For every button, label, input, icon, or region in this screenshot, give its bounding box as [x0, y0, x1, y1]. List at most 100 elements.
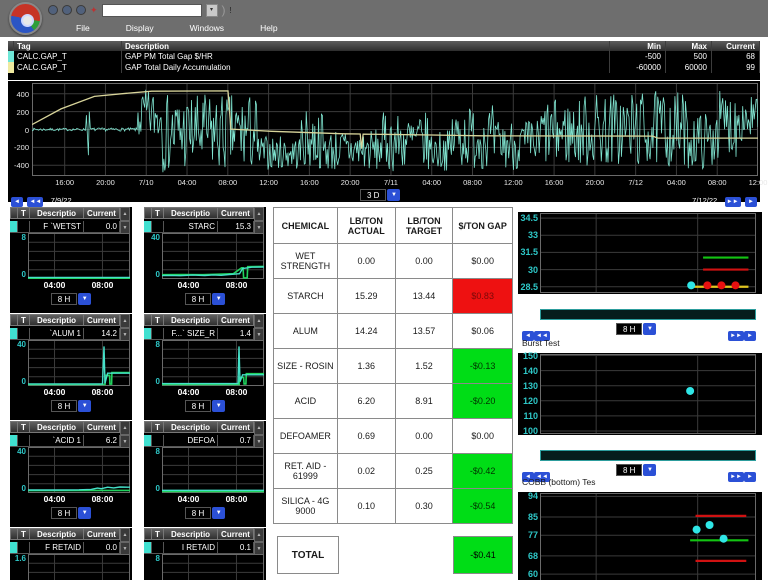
pen-color-swatch: [144, 542, 152, 554]
scroll-up-icon[interactable]: ▲: [254, 528, 264, 542]
time-range-select[interactable]: 8 H: [50, 400, 78, 412]
step-forward-button[interactable]: ►: [744, 331, 756, 341]
step-forward-button[interactable]: ►: [745, 197, 757, 207]
page-back-button[interactable]: ◄◄: [27, 197, 44, 207]
mini-x-axis: 04:00 08:00: [10, 280, 132, 291]
scroll-up-icon[interactable]: ▲: [120, 314, 130, 328]
time-range-dropdown-icon[interactable]: ▼: [643, 323, 657, 335]
x-axis-label: 08:00: [463, 178, 482, 187]
time-range-dropdown-icon[interactable]: ▼: [212, 293, 226, 305]
time-range-dropdown-icon[interactable]: ▼: [78, 293, 92, 305]
mini-trend-plot[interactable]: [28, 447, 130, 493]
time-range-dropdown-icon[interactable]: ▼: [387, 189, 401, 201]
time-range-select[interactable]: 8 H: [184, 507, 212, 519]
quality-trend-plot[interactable]: [540, 493, 756, 580]
mini-trend-plot[interactable]: [28, 233, 130, 279]
page-forward-button[interactable]: ►►: [728, 472, 744, 482]
back-button-icon[interactable]: [48, 5, 58, 15]
nav-right-group: ►► ►: [728, 324, 756, 342]
time-scrollbar[interactable]: [540, 309, 756, 320]
mini-trend-plot[interactable]: [28, 554, 130, 580]
x-axis-label: 04:00: [177, 387, 200, 397]
mini-trend-chart: 40 0: [10, 340, 132, 386]
step-forward-button[interactable]: ►: [744, 472, 756, 482]
x-axis-label: 04:00: [177, 280, 200, 290]
time-range-select[interactable]: 8 H: [50, 507, 78, 519]
quality-trend-plot[interactable]: [540, 354, 756, 434]
page-forward-button[interactable]: ►►: [728, 331, 744, 341]
col-t: T: [152, 528, 164, 540]
scroll-up-icon[interactable]: ▲: [254, 207, 264, 221]
menu-help[interactable]: Help: [256, 22, 281, 34]
col-tag: Tag: [14, 41, 122, 51]
tag-row[interactable]: CALC.GAP_T GAP PM Total Gap $/HR -500 50…: [8, 51, 760, 62]
mini-trend-plot[interactable]: [28, 340, 130, 386]
y-axis-label: 31.5: [520, 247, 538, 258]
lbton-actual: 1.36: [336, 348, 396, 384]
mini-trend-plot[interactable]: [162, 447, 264, 493]
mini-trend-chart: 1.60: [10, 554, 132, 580]
mini-range-row: 8 H ▼: [10, 293, 132, 305]
y-axis-label: 68: [527, 550, 538, 561]
address-input[interactable]: [101, 3, 202, 17]
mini-trend-chart: 40 0: [144, 233, 266, 279]
tag-row[interactable]: CALC.GAP_T GAP Total Daily Accumulation …: [8, 62, 760, 73]
tag-table-header: Tag Description Min Max Current: [8, 41, 760, 51]
time-range-select[interactable]: 8 H: [50, 293, 78, 305]
scroll-up-icon[interactable]: ▲: [120, 421, 130, 435]
time-range-select[interactable]: 8 H: [184, 293, 212, 305]
menu-file[interactable]: File: [72, 22, 94, 34]
scroll-up-icon[interactable]: ▲: [120, 207, 130, 221]
toolbar-separator: ): [221, 3, 226, 17]
trend-panel: TDescriptioCurrent▲I RETAID0.1▼8004:0008…: [144, 528, 266, 580]
step-back-button[interactable]: ◄: [11, 197, 23, 207]
menu-display[interactable]: Display: [122, 22, 158, 34]
tag-min: -500: [610, 51, 666, 62]
tag-current-value: 0.7: [218, 435, 254, 447]
main-trend-plot[interactable]: [32, 83, 758, 176]
favorite-icon[interactable]: ✦: [90, 5, 98, 15]
refresh-button-icon[interactable]: [76, 5, 86, 15]
page-forward-button[interactable]: ►►: [724, 197, 741, 207]
quality-trend-plot[interactable]: [540, 213, 756, 293]
mini-trend-plot[interactable]: [162, 233, 264, 279]
time-range-dropdown-icon[interactable]: ▼: [212, 507, 226, 519]
chemical-name: DEFOAMER: [273, 418, 338, 454]
tag-description: GAP Total Daily Accumulation: [122, 62, 610, 73]
time-range-select[interactable]: 8 H: [616, 464, 643, 476]
pen-color-swatch: [10, 328, 18, 340]
time-range-dropdown-icon[interactable]: ▼: [212, 400, 226, 412]
main-chart-navbar: ◄ ◄◄ 7/9/22 3 D ▼ 7/12/22 ►► ►: [8, 189, 760, 207]
time-range-dropdown-icon[interactable]: ▼: [78, 400, 92, 412]
total-gap-value: -$0.41: [453, 536, 513, 574]
time-range-dropdown-icon[interactable]: ▼: [643, 464, 657, 476]
time-scrollbar[interactable]: [540, 450, 756, 461]
tag-name: CALC.GAP_T: [14, 62, 122, 73]
forward-button-icon[interactable]: [62, 5, 72, 15]
tag-current-value: 6.2: [84, 435, 120, 447]
time-range-dropdown-icon[interactable]: ▼: [78, 507, 92, 519]
app-logo-icon[interactable]: [9, 2, 42, 35]
y-axis-label: 28.5: [520, 281, 538, 292]
time-range-select[interactable]: 8 H: [184, 400, 212, 412]
pen-color-swatch: [10, 542, 18, 554]
y-min-label: 0: [155, 270, 160, 279]
pen-color-swatch: [144, 221, 152, 233]
mini-trend-plot[interactable]: [162, 340, 264, 386]
time-range-select[interactable]: 3 D: [360, 189, 387, 201]
menu-windows[interactable]: Windows: [186, 22, 228, 34]
mini-x-axis: 04:00 08:00: [144, 280, 266, 291]
scroll-up-icon[interactable]: ▲: [254, 314, 264, 328]
quality-panels: 34.5 33 31.5 30 28.5 04:00 08:00 ◄ ◄◄ 8 H ▼ ►► ► Burs…: [518, 207, 762, 580]
scroll-up-icon[interactable]: ▲: [254, 421, 264, 435]
chemical-name: RET. AID - 61999: [273, 453, 338, 489]
time-range-select[interactable]: 8 H: [616, 323, 643, 335]
y-axis-label: -400: [13, 161, 29, 171]
x-axis-label: 7/11: [383, 178, 398, 187]
lbton-target: 0.25: [394, 453, 454, 489]
address-dropdown-icon[interactable]: ▾: [205, 3, 218, 17]
mini-trend-plot[interactable]: [162, 554, 264, 580]
col-current: Current: [218, 207, 254, 219]
toolbar-pin-icon[interactable]: !: [230, 6, 232, 15]
scroll-up-icon[interactable]: ▲: [120, 528, 130, 542]
